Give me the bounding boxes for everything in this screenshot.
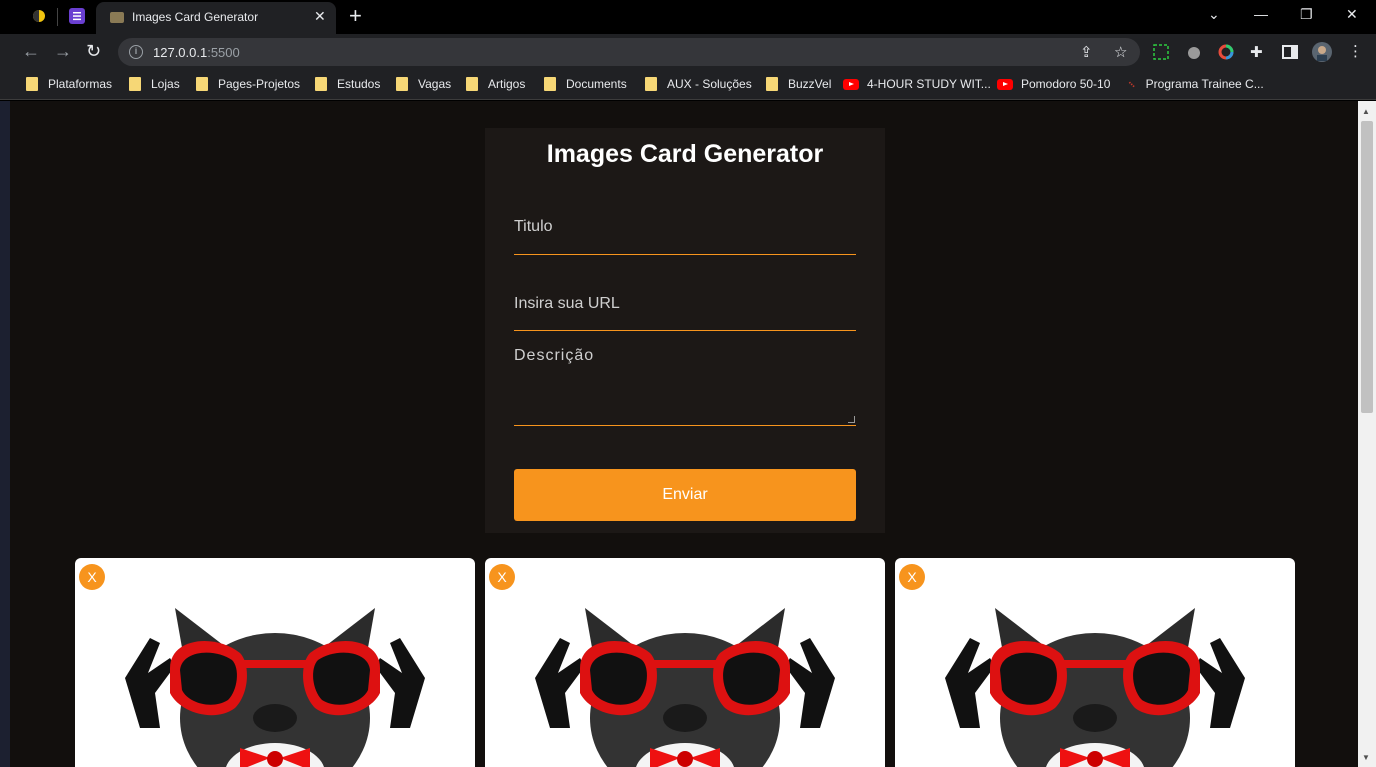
bookmark-pomodoro[interactable]: Pomodoro 50-10 <box>997 77 1110 91</box>
submit-button[interactable]: Enviar <box>514 469 856 521</box>
screen-capture-extension-icon[interactable] <box>1153 44 1169 60</box>
bookmarks-bar: Plataformas Lojas Pages-Projetos Estudos… <box>0 70 1376 100</box>
image-card: X <box>895 558 1295 767</box>
title-input-placeholder: Titulo <box>514 218 553 235</box>
forward-arrow-icon[interactable]: → <box>54 41 72 61</box>
folder-icon <box>766 77 778 91</box>
folder-icon <box>544 77 556 91</box>
bookmark-lojas[interactable]: Lojas <box>129 77 180 91</box>
folder-icon <box>26 77 38 91</box>
card-image <box>945 608 1245 767</box>
url-text[interactable]: 127.0.0.1:5500 <box>153 45 240 60</box>
image-card: X <box>485 558 885 767</box>
youtube-icon <box>997 78 1013 90</box>
browser-titlebar: Images Card Generator ✕ + ⌄ — ❐ ✕ <box>0 0 1376 34</box>
scroll-up-arrow-icon[interactable]: ▲ <box>1362 107 1370 116</box>
folder-icon <box>396 77 408 91</box>
info-icon[interactable]: i <box>129 45 143 59</box>
menu-kebab-icon[interactable]: ⋮ <box>1348 42 1363 60</box>
folder-icon <box>645 77 657 91</box>
bookmark-documents[interactable]: Documents <box>544 77 627 91</box>
textarea-resize-handle[interactable] <box>848 416 855 423</box>
card-delete-button[interactable]: X <box>899 564 925 590</box>
description-textarea[interactable]: Descrição <box>514 347 856 426</box>
page-viewport: Images Card Generator Titulo Insira sua … <box>10 101 1358 767</box>
tab-close-icon[interactable]: ✕ <box>314 8 326 25</box>
bookmark-pages-projetos[interactable]: Pages-Projetos <box>196 77 300 91</box>
page-title: Images Card Generator <box>546 140 824 168</box>
tab-search-icon[interactable]: ⌄ <box>1208 6 1220 23</box>
folder-icon <box>196 77 208 91</box>
profile-avatar[interactable] <box>1312 42 1332 62</box>
scrollbar-thumb[interactable] <box>1361 121 1373 413</box>
minimize-button[interactable]: — <box>1254 6 1268 22</box>
bookmark-plataformas[interactable]: Plataformas <box>26 77 112 91</box>
folder-icon <box>129 77 141 91</box>
page-scrollbar[interactable]: ▲ ▼ <box>1358 101 1376 767</box>
bookmark-buzzvel[interactable]: BuzzVel <box>766 77 831 91</box>
tab-title: Images Card Generator <box>132 10 259 24</box>
bookmark-aux-solucoes[interactable]: AUX - Soluções <box>645 77 752 91</box>
folder-icon <box>315 77 327 91</box>
url-input-placeholder: Insira sua URL <box>514 295 620 312</box>
moon-extension-icon[interactable] <box>31 8 47 24</box>
extensions-puzzle-icon[interactable]: ✚ <box>1250 43 1263 61</box>
bookmark-programa-trainee[interactable]: ᨞ Programa Trainee C... <box>1128 77 1264 91</box>
url-input[interactable]: Insira sua URL <box>514 295 856 331</box>
scroll-down-arrow-icon[interactable]: ▼ <box>1362 753 1370 762</box>
browser-toolbar: ← → ↻ i 127.0.0.1:5500 ⇪ ☆ ✚ ⋮ <box>0 34 1376 70</box>
card-generator-form: Images Card Generator Titulo Insira sua … <box>485 128 885 533</box>
image-card: X <box>75 558 475 767</box>
card-delete-button[interactable]: X <box>79 564 105 590</box>
card-delete-button[interactable]: X <box>489 564 515 590</box>
youtube-icon <box>843 78 859 90</box>
new-tab-button[interactable]: + <box>349 4 362 28</box>
bookmark-artigos[interactable]: Artigos <box>466 77 525 91</box>
desktop-edge <box>0 101 10 767</box>
bookmark-star-icon[interactable]: ☆ <box>1114 43 1127 61</box>
reload-icon[interactable]: ↻ <box>86 41 101 61</box>
tab-separator <box>57 8 58 26</box>
back-arrow-icon[interactable]: ← <box>22 41 40 61</box>
side-panel-icon[interactable] <box>1282 44 1298 60</box>
tab-images-card-generator[interactable]: Images Card Generator ✕ <box>96 2 336 34</box>
color-picker-extension-icon[interactable] <box>1218 44 1234 60</box>
close-window-button[interactable]: ✕ <box>1346 6 1358 23</box>
brand-icon: ᨞ <box>1128 77 1136 90</box>
card-image <box>125 608 425 767</box>
bookmark-4-hour-study[interactable]: 4-HOUR STUDY WIT... <box>843 77 991 91</box>
bookmark-vagas[interactable]: Vagas <box>396 77 451 91</box>
list-app-icon[interactable] <box>69 8 85 24</box>
folder-icon <box>466 77 478 91</box>
title-input[interactable]: Titulo <box>514 218 856 255</box>
tab-favicon-icon <box>110 12 124 23</box>
restore-button[interactable]: ❐ <box>1300 6 1313 23</box>
fox-extension-icon[interactable] <box>1186 44 1202 60</box>
description-placeholder: Descrição <box>514 347 595 364</box>
address-bar[interactable]: i 127.0.0.1:5500 ⇪ ☆ <box>118 38 1140 66</box>
share-icon[interactable]: ⇪ <box>1080 43 1093 61</box>
card-image <box>535 608 835 767</box>
bookmark-estudos[interactable]: Estudos <box>315 77 380 91</box>
